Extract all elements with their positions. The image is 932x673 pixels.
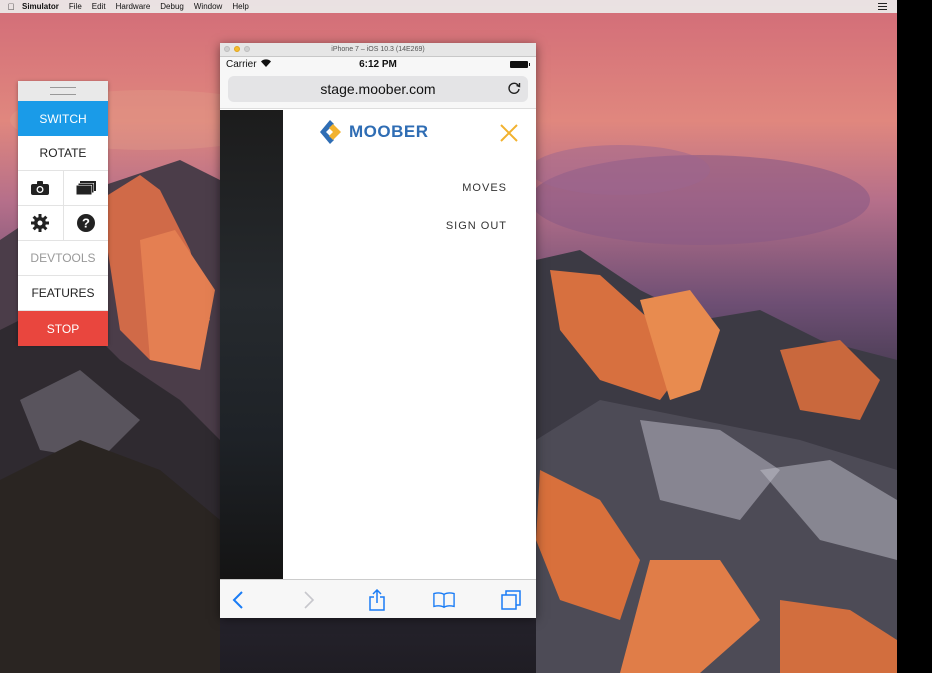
battery-icon (510, 61, 530, 68)
gallery-icon (75, 181, 96, 195)
menu-help[interactable]: Help (232, 2, 248, 11)
slide-out-menu: MOOBER MOVES SIGN OUT (283, 110, 536, 579)
nav-item-sign-out[interactable]: SIGN OUT (446, 220, 507, 232)
simulator-titlebar[interactable]: iPhone 7 – iOS 10.3 (14E269) (220, 43, 536, 57)
url-text: stage.moober.com (320, 81, 436, 97)
logo-text: MOOBER (349, 122, 429, 141)
nav-item-moves[interactable]: MOVES (462, 182, 507, 194)
simulator-title: iPhone 7 – iOS 10.3 (14E269) (331, 46, 425, 53)
devtools-button[interactable]: DEVTOOLS (18, 241, 108, 276)
panel-icon-row-1 (18, 171, 108, 206)
screenshot-button[interactable] (18, 171, 64, 205)
tabs-icon (501, 590, 521, 610)
panel-drag-handle[interactable] (18, 81, 108, 101)
settings-button[interactable] (18, 206, 64, 240)
safari-toolbar (220, 579, 536, 618)
window-controls (224, 46, 250, 52)
control-panel: SWITCH ROTATE ? DEVTOOLS FEATURES STOP (18, 81, 108, 346)
screen-edge (897, 0, 932, 673)
bookmarks-icon (433, 592, 455, 609)
address-bar[interactable]: stage.moober.com (228, 76, 528, 102)
forward-icon (304, 591, 315, 609)
minimize-window-button[interactable] (234, 46, 240, 52)
back-icon (232, 591, 243, 609)
list-icon[interactable] (878, 2, 887, 10)
gallery-button[interactable] (64, 171, 109, 205)
menu-edit[interactable]: Edit (92, 2, 106, 11)
share-button[interactable] (366, 589, 388, 611)
back-button[interactable] (227, 589, 249, 611)
mac-menubar:  Simulator File Edit Hardware Debug Win… (0, 0, 897, 13)
menu-debug[interactable]: Debug (160, 2, 184, 11)
moober-logo-icon (320, 120, 341, 144)
menu-file[interactable]: File (69, 2, 82, 11)
moober-logo[interactable]: MOOBER (320, 120, 429, 144)
share-icon (369, 589, 385, 611)
bookmarks-button[interactable] (433, 589, 455, 611)
panel-icon-row-2: ? (18, 206, 108, 241)
apple-icon[interactable]:  (0, 2, 22, 12)
stop-button[interactable]: STOP (18, 311, 108, 346)
web-content: MOOBER MOVES SIGN OUT (220, 110, 536, 579)
close-icon[interactable] (500, 124, 518, 142)
simulator-window: iPhone 7 – iOS 10.3 (14E269) Carrier 6:1… (220, 43, 536, 618)
rotate-button[interactable]: ROTATE (18, 136, 108, 171)
gear-icon (31, 214, 50, 232)
zoom-window-button[interactable] (244, 46, 250, 52)
switch-button[interactable]: SWITCH (18, 101, 108, 136)
status-time: 6:12 PM (359, 59, 397, 70)
safari-address-area: stage.moober.com (220, 72, 536, 109)
features-button[interactable]: FEATURES (18, 276, 108, 311)
tabs-button[interactable] (500, 589, 522, 611)
menu-window[interactable]: Window (194, 2, 222, 11)
reload-icon[interactable] (506, 80, 522, 96)
help-icon: ? (76, 214, 95, 232)
page-dim-overlay[interactable] (220, 110, 283, 579)
menu-app-name[interactable]: Simulator (22, 2, 59, 11)
ios-status-bar: Carrier 6:12 PM (220, 57, 536, 72)
help-button[interactable]: ? (64, 206, 109, 240)
forward-button[interactable] (298, 589, 320, 611)
camera-icon (31, 181, 50, 195)
close-window-button[interactable] (224, 46, 230, 52)
menu-hardware[interactable]: Hardware (116, 2, 151, 11)
svg-text:?: ? (82, 216, 90, 231)
